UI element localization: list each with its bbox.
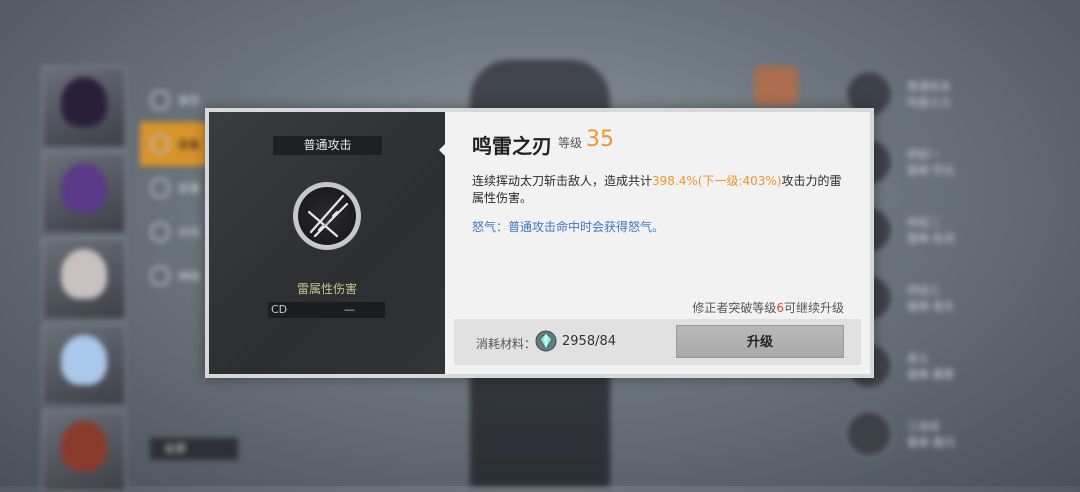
character-portrait xyxy=(61,163,107,213)
rage-description: 怒气：普通攻击命中时会获得怒气。 xyxy=(472,220,665,234)
character-portrait xyxy=(61,249,107,299)
element-badge-icon xyxy=(754,66,798,106)
cooldown-value: — xyxy=(344,303,355,316)
level-label: 等级 xyxy=(558,136,583,150)
resonance-icon xyxy=(150,222,170,242)
cooldown-bar: CD — xyxy=(268,302,385,318)
character-card[interactable] xyxy=(42,324,126,406)
skill-list-item[interactable]: 三连技 雷棒 轰闪 xyxy=(845,400,1080,468)
skill-list-item[interactable]: 终结二 雷棒 收流 xyxy=(845,196,1080,264)
character-portrait xyxy=(61,77,107,127)
skill-type-tag: 普通攻击 xyxy=(273,136,382,155)
skill-list-item[interactable]: 普通攻击 鸣雷之刃 xyxy=(845,60,1080,128)
deploy-icon xyxy=(150,178,170,198)
attributes-icon xyxy=(150,90,170,110)
cost-bar: 消耗材料： 2958/84 升级 xyxy=(454,319,861,365)
cost-label: 消耗材料： xyxy=(476,337,537,351)
crystal-gem-icon xyxy=(534,329,558,353)
character-portrait xyxy=(61,421,107,471)
skill-list-item[interactable]: 奥义 雷棒 霹雳 xyxy=(845,332,1080,400)
level-value: 35 xyxy=(586,127,614,152)
skill-list-item[interactable]: 终结三 雷棒 笼天 xyxy=(845,264,1080,332)
required-breakthrough-level: 6 xyxy=(776,301,784,315)
character-card[interactable] xyxy=(42,410,126,492)
character-card[interactable] xyxy=(42,66,126,148)
crossed-blades-icon xyxy=(293,182,361,250)
damage-percent: 398.4%(下一级:403%) xyxy=(652,174,782,188)
character-card[interactable] xyxy=(42,152,126,234)
character-card[interactable] xyxy=(42,238,126,320)
cooldown-label: CD xyxy=(271,303,288,316)
damage-type-label: 雷属性伤害 xyxy=(296,282,357,296)
skill-detail-panel: 鸣雷之刃 等级 35 连续挥动太刀斩击敌人，造成共计398.4%(下一级:403… xyxy=(445,112,870,374)
skill-icon xyxy=(845,410,893,458)
skill-description: 连续挥动太刀斩击敌人，造成共计398.4%(下一级:403%)攻击力的雷属性伤害… xyxy=(472,174,842,205)
skill-name: 鸣雷之刃 xyxy=(472,134,552,158)
equipment-icon xyxy=(150,134,170,154)
all-filter-button[interactable]: 全部 xyxy=(150,438,238,460)
skill-detail-dialog: 普通攻击 雷属性伤害 CD — 鸣雷之刃 等级 35 连续挥动太刀斩击敌人，造成… xyxy=(205,108,874,378)
skill-list-item[interactable]: 终结一 雷棒 烈光 xyxy=(845,128,1080,196)
upgrade-button[interactable]: 升级 xyxy=(676,325,844,358)
skill-list: 普通攻击 鸣雷之刃 终结一 雷棒 烈光 终结二 雷棒 收流 终结三 雷棒 笼天 奥义 雷棒… xyxy=(845,60,1080,468)
upgrade-requirement-note: 修正者突破等级6可继续升级 xyxy=(692,301,844,315)
character-portrait xyxy=(61,335,107,385)
cost-value: 2958/84 xyxy=(562,334,617,349)
skill-summary-panel: 普通攻击 雷属性伤害 CD — xyxy=(209,112,445,374)
divinity-icon xyxy=(150,266,170,286)
